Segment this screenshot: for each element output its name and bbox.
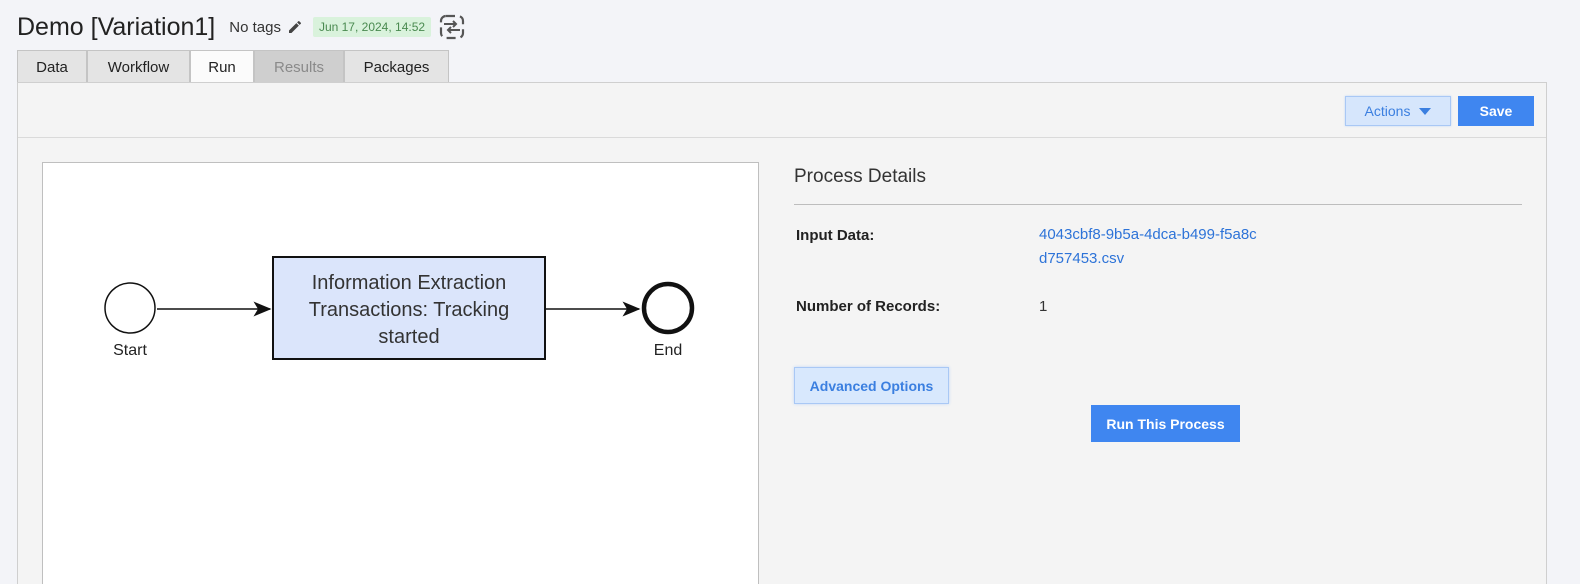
workflow-canvas[interactable]: Start Information Extraction Transaction… bbox=[42, 162, 759, 584]
merge-icon[interactable] bbox=[439, 14, 465, 40]
run-process-button[interactable]: Run This Process bbox=[1091, 405, 1240, 442]
process-details-title: Process Details bbox=[794, 162, 1522, 205]
tab-results: Results bbox=[254, 50, 344, 83]
tab-run[interactable]: Run bbox=[190, 50, 254, 84]
page-header: Demo [Variation1] No tags Jun 17, 2024, … bbox=[17, 12, 465, 42]
save-button[interactable]: Save bbox=[1458, 96, 1534, 126]
date-badge: Jun 17, 2024, 14:52 bbox=[312, 17, 432, 37]
end-event[interactable] bbox=[641, 281, 695, 335]
start-event[interactable] bbox=[104, 282, 156, 334]
tab-workflow[interactable]: Workflow bbox=[87, 50, 190, 83]
task-label-line-1: Information Extraction bbox=[312, 272, 507, 294]
end-label: End bbox=[654, 342, 682, 359]
process-details: Process Details bbox=[794, 162, 1522, 205]
input-data-link[interactable]: 4043cbf8-9b5a-4dca-b499-f5a8cd757453.csv bbox=[1039, 223, 1259, 271]
task-label-line-2: Transactions: Tracking bbox=[309, 299, 509, 321]
toolbar: Actions Save bbox=[18, 83, 1546, 138]
page-title: Demo [Variation1] bbox=[17, 12, 216, 41]
advanced-options-button[interactable]: Advanced Options bbox=[794, 367, 949, 404]
records-label: Number of Records: bbox=[796, 298, 941, 315]
workflow-diagram: Start Information Extraction Transaction… bbox=[104, 256, 695, 360]
actions-dropdown-button[interactable]: Actions bbox=[1345, 96, 1451, 126]
task-label-line-3: started bbox=[378, 326, 439, 348]
tags-editor[interactable]: No tags bbox=[229, 19, 303, 36]
records-value: 1 bbox=[1039, 298, 1048, 315]
pencil-icon[interactable] bbox=[287, 19, 303, 35]
start-label: Start bbox=[113, 342, 147, 359]
input-data-label: Input Data: bbox=[796, 227, 875, 244]
tags-label: No tags bbox=[229, 18, 281, 36]
main-tabs: Data Workflow Run Results Packages bbox=[17, 50, 449, 84]
tab-packages[interactable]: Packages bbox=[344, 50, 449, 83]
run-panel: Actions Save Start Information Extractio… bbox=[17, 82, 1547, 584]
caret-down-icon bbox=[1419, 107, 1432, 115]
actions-label: Actions bbox=[1364, 103, 1411, 119]
tab-data[interactable]: Data bbox=[17, 50, 87, 83]
